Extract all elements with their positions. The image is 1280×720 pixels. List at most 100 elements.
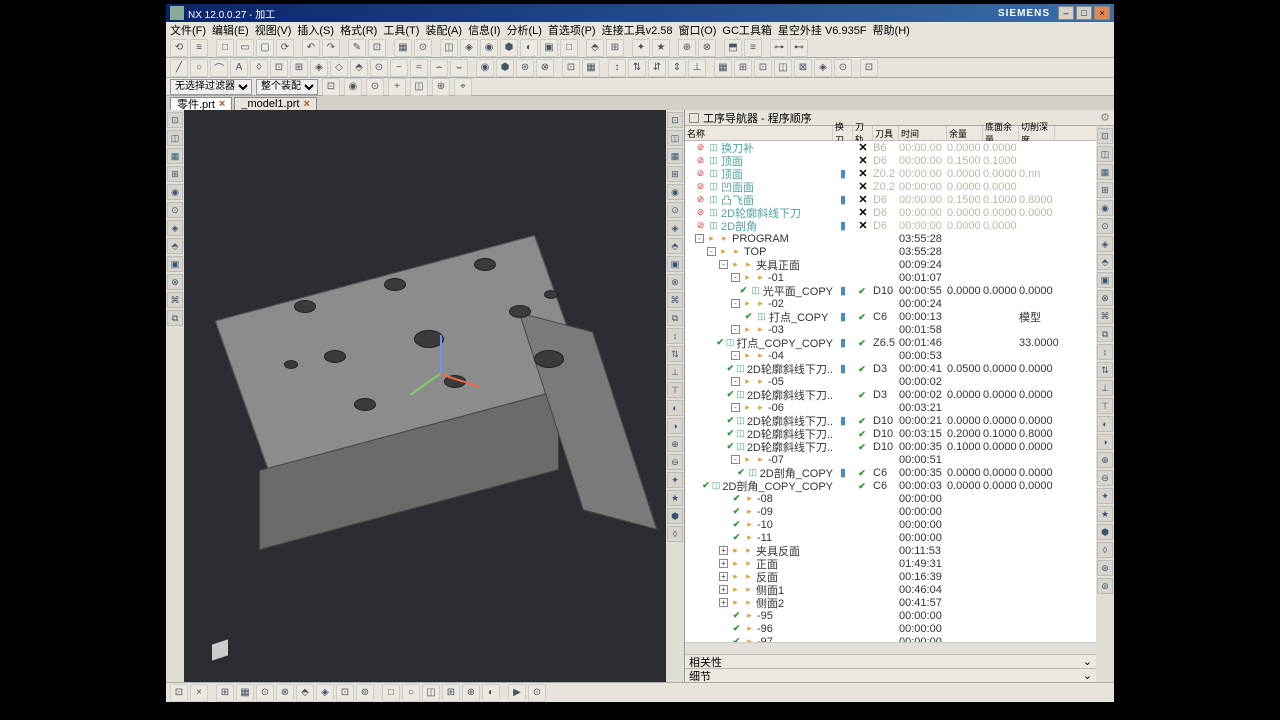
col-cut-depth[interactable]: 切削深度 <box>1019 126 1055 140</box>
tree-row[interactable]: ✔◫光平面_COPY▮✔D1000:00:550.00000.00000.000… <box>685 284 1096 297</box>
expand-icon[interactable]: + <box>719 585 728 594</box>
expand-icon[interactable]: - <box>731 273 740 282</box>
tab-close-icon[interactable]: × <box>219 98 225 110</box>
toolbar-button[interactable]: ⟳ <box>276 39 294 57</box>
toolbar-button[interactable]: ⬘ <box>350 59 368 77</box>
menu-item[interactable]: 视图(V) <box>255 22 292 38</box>
toolbar-button[interactable]: ⬘ <box>296 684 314 702</box>
toolbar-button[interactable]: ╱ <box>170 59 188 77</box>
col-time[interactable]: 时间 <box>899 126 947 140</box>
tree-row[interactable]: -▸▸夹具正面00:09:24 <box>685 258 1096 271</box>
toolbar-button[interactable]: □ <box>216 39 234 57</box>
toolbar-button[interactable]: ⊞ <box>290 59 308 77</box>
expand-icon[interactable]: - <box>731 455 740 464</box>
toolbar-button[interactable]: ◫ <box>422 684 440 702</box>
tree-row[interactable]: ✔▸-1000:00:00 <box>685 518 1096 531</box>
vertical-tool-button[interactable]: ⊗ <box>167 274 183 290</box>
tree-row[interactable]: ✔▸-9500:00:00 <box>685 609 1096 622</box>
sel-btn-1[interactable]: ⊡ <box>322 78 340 96</box>
vertical-tool-button[interactable]: ⊞ <box>167 166 183 182</box>
vertical-tool-button[interactable]: ▣ <box>167 256 183 272</box>
maximize-button[interactable]: □ <box>1076 6 1092 20</box>
vertical-tool-button[interactable]: ⬘ <box>1097 254 1113 270</box>
toolbar-button[interactable]: ○ <box>402 684 420 702</box>
toolbar-button[interactable]: ⊡ <box>336 684 354 702</box>
vertical-tool-button[interactable]: ◉ <box>1097 200 1113 216</box>
panel-checkbox-icon[interactable] <box>689 113 699 123</box>
col-tool[interactable]: 刀具 <box>873 126 899 140</box>
vertical-tool-button[interactable]: ⊕ <box>667 436 683 452</box>
vertical-tool-button[interactable]: ◐ <box>1097 416 1113 432</box>
filter-select-left[interactable]: 无选择过滤器 <box>170 79 252 95</box>
toolbar-button[interactable]: ⊙ <box>528 684 546 702</box>
tree-row[interactable]: ✔◫打点_COPY▮✔C600:00:13模型 <box>685 310 1096 323</box>
expand-icon[interactable]: - <box>731 351 740 360</box>
panel-gear-icon[interactable]: ⚙ <box>1100 111 1110 124</box>
vertical-tool-button[interactable]: ⊞ <box>1097 182 1113 198</box>
toolbar-button[interactable]: ⊙ <box>414 39 432 57</box>
menu-item[interactable]: 信息(I) <box>468 22 500 38</box>
toolbar-button[interactable]: ⊡ <box>270 59 288 77</box>
toolbar-button[interactable]: ◫ <box>440 39 458 57</box>
tree-row[interactable]: ⊘◫2D剖角▮✕D600:00:000.00000.0000 <box>685 219 1096 232</box>
menu-item[interactable]: 格式(R) <box>340 22 377 38</box>
vertical-tool-button[interactable]: ▣ <box>667 256 683 272</box>
tree-row[interactable]: ✔▸-9600:00:00 <box>685 622 1096 635</box>
grid-body[interactable]: ⊘◫换刀补✕B600:00:000.00000.0000⊘◫顶面✕D600:00… <box>685 141 1096 642</box>
toolbar-button[interactable]: ↶ <box>302 39 320 57</box>
vertical-tool-button[interactable]: ⬘ <box>667 238 683 254</box>
menu-item[interactable]: 分析(L) <box>506 22 541 38</box>
expand-icon[interactable]: + <box>719 559 728 568</box>
close-button[interactable]: × <box>1094 6 1110 20</box>
expand-icon[interactable]: - <box>731 325 740 334</box>
toolbar-button[interactable]: ≈ <box>410 59 428 77</box>
toolbar-button[interactable]: ⊗ <box>276 684 294 702</box>
toolbar-button[interactable]: ◇ <box>330 59 348 77</box>
vertical-tool-button[interactable]: ★ <box>1097 506 1113 522</box>
vertical-tool-button[interactable]: ⌘ <box>1097 308 1113 324</box>
toolbar-button[interactable]: ▣ <box>540 39 558 57</box>
toolbar-button[interactable]: ◈ <box>460 39 478 57</box>
tree-row[interactable]: ✔◫2D轮廓斜线下刀..✔D1000:00:350.10000.00000.00… <box>685 440 1096 453</box>
toolbar-button[interactable]: ≡ <box>190 39 208 57</box>
toolbar-button[interactable]: ↕ <box>608 59 626 77</box>
vertical-tool-button[interactable]: ◑ <box>667 418 683 434</box>
toolbar-button[interactable]: ⊗ <box>536 59 554 77</box>
toolbar-button[interactable]: A <box>230 59 248 77</box>
toolbar-button[interactable]: ⬒ <box>724 39 742 57</box>
vertical-tool-button[interactable]: ⬢ <box>1097 524 1113 540</box>
menu-item[interactable]: 文件(F) <box>170 22 206 38</box>
vertical-tool-button[interactable]: ⊕ <box>1097 452 1113 468</box>
vertical-tool-button[interactable]: ↕ <box>667 328 683 344</box>
3d-viewport[interactable] <box>184 110 666 682</box>
vertical-tool-button[interactable]: ◊ <box>667 526 683 542</box>
toolbar-button[interactable]: ▦ <box>582 59 600 77</box>
tree-row[interactable]: +▸▸侧面200:41:57 <box>685 596 1096 609</box>
vertical-tool-button[interactable]: ⌘ <box>667 292 683 308</box>
col-floor-stock[interactable]: 底面余量 <box>983 126 1019 140</box>
toolbar-button[interactable]: ◫ <box>774 59 792 77</box>
expand-icon[interactable]: + <box>719 598 728 607</box>
vertical-tool-button[interactable]: ⊙ <box>1097 218 1113 234</box>
toolbar-button[interactable]: ⊕ <box>462 684 480 702</box>
menu-item[interactable]: 帮助(H) <box>873 22 910 38</box>
vertical-tool-button[interactable]: ◐ <box>667 400 683 416</box>
toolbar-button[interactable]: ≡ <box>744 39 762 57</box>
toolbar-button[interactable]: ⊞ <box>734 59 752 77</box>
toolbar-button[interactable]: ⊡ <box>368 39 386 57</box>
toolbar-button[interactable]: ⊞ <box>442 684 460 702</box>
vertical-tool-button[interactable]: ⊗ <box>1097 290 1113 306</box>
toolbar-button[interactable]: ⇕ <box>668 59 686 77</box>
toolbar-button[interactable]: ✎ <box>348 39 366 57</box>
sel-btn-5[interactable]: ◫ <box>410 78 428 96</box>
col-toolpath[interactable]: 刀轨 <box>853 126 873 140</box>
tree-row[interactable]: ✔◫2D轮廓斜线下刀..▮✔D300:00:410.05000.00000.00… <box>685 362 1096 375</box>
toolbar-button[interactable]: ⌣ <box>450 59 468 77</box>
vertical-tool-button[interactable]: ⊡ <box>1097 128 1113 144</box>
toolbar-button[interactable]: ⊥ <box>688 59 706 77</box>
expand-icon[interactable]: + <box>719 572 728 581</box>
vertical-tool-button[interactable]: ⧉ <box>667 310 683 326</box>
vertical-tool-button[interactable]: ⬢ <box>667 508 683 524</box>
menu-item[interactable]: 装配(A) <box>425 22 462 38</box>
vertical-tool-button[interactable]: ▣ <box>1097 272 1113 288</box>
